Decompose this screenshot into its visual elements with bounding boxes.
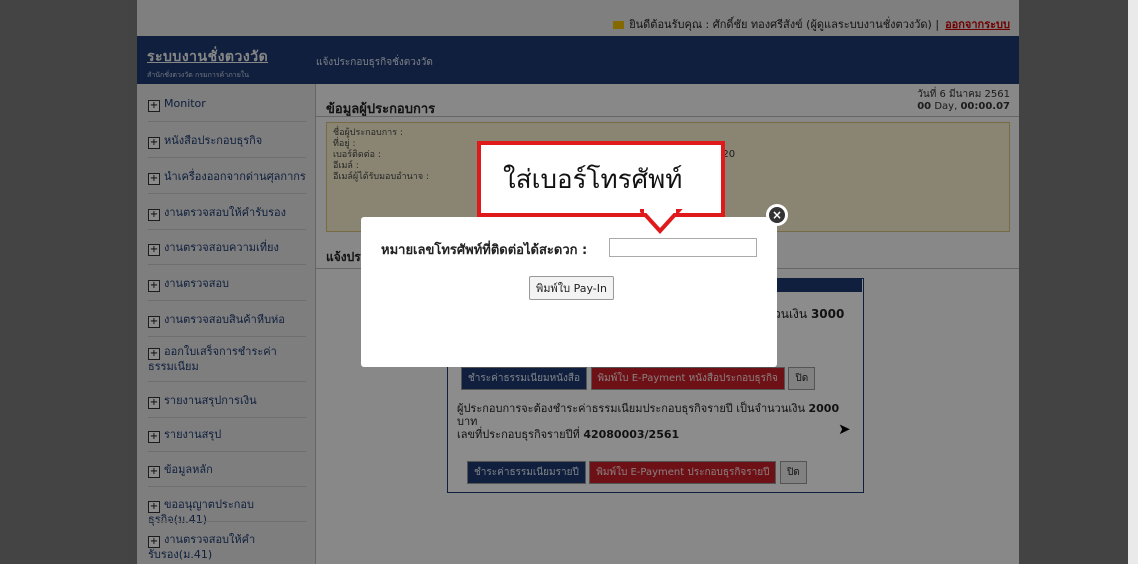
scrollbar[interactable] (1128, 0, 1138, 564)
callout-pointer-icon (640, 209, 683, 234)
annotation-callout: ใส่เบอร์โทรศัพท์ (477, 141, 725, 217)
close-dialog-button[interactable]: × (766, 204, 788, 226)
close-icon: × (769, 207, 785, 223)
phone-dialog: หมายเลขโทรศัพท์ที่ติดต่อได้สะดวก : พิมพ์… (361, 217, 777, 367)
mouse-cursor-icon: ➤ (838, 420, 851, 438)
print-payin-button[interactable]: พิมพ์ใบ Pay-In (529, 276, 614, 300)
callout-text: ใส่เบอร์โทรศัพท์ (503, 165, 683, 195)
phone-input[interactable] (609, 238, 757, 257)
phone-label: หมายเลขโทรศัพท์ที่ติดต่อได้สะดวก : (381, 243, 588, 258)
